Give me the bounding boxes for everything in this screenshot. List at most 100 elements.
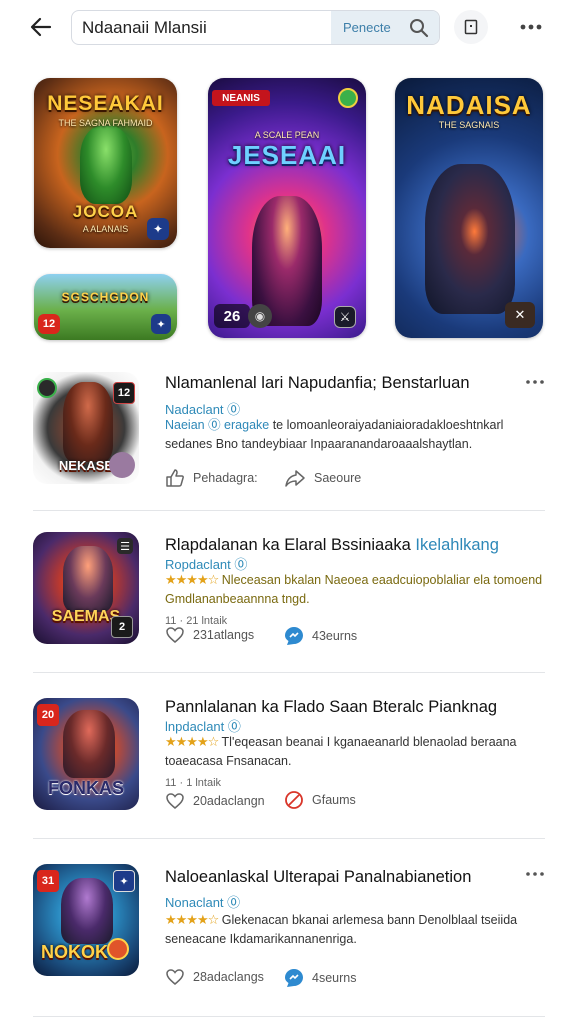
item-thumbnail[interactable]: 20 FONKAS [33, 698, 139, 810]
status-indicator [107, 938, 129, 960]
star-rating: ★★★★☆ [165, 572, 219, 587]
comment-count: 4seurns [312, 971, 357, 985]
item-title[interactable]: Nlamanlenal lari Napudanfia; Benstarluan [165, 374, 470, 393]
search-submit-button[interactable]: Penecte [331, 11, 439, 44]
comment-button[interactable]: 43eurns [284, 626, 357, 646]
item-thumbnail[interactable]: ☰ SAEMAS 2 [33, 532, 139, 644]
more-options-button[interactable] [514, 10, 548, 44]
item-title[interactable]: Rlapdalanan ka Elaral Bssiniaaka Ikelahl… [165, 536, 499, 555]
sword-icon: ✦ [147, 218, 169, 240]
age-badge: 12 [38, 314, 60, 334]
chat-bubble-icon [285, 627, 303, 645]
like-count: 231atlangs [193, 628, 255, 642]
no-entry-icon [285, 791, 303, 809]
like-button[interactable]: 28adaclangs [165, 968, 264, 986]
share-label: Saeoure [314, 471, 362, 485]
square-icon [464, 19, 478, 35]
share-icon [285, 470, 305, 487]
back-arrow-icon [30, 17, 52, 37]
share-button[interactable]: Saeoure [284, 468, 361, 488]
hero-figure [63, 382, 113, 462]
search-icon [409, 18, 428, 37]
controller-icon [109, 452, 135, 478]
heart-icon [166, 969, 184, 985]
hero-figure [425, 164, 515, 314]
age-badge: 20 [37, 704, 59, 726]
item-more-button[interactable] [522, 866, 548, 882]
like-button[interactable]: Pehadagra: [165, 468, 258, 488]
report-button[interactable]: Gfaums [284, 790, 356, 810]
banner-small-title: A SCALE PEAN [254, 130, 320, 140]
search-box[interactable]: Penecte [71, 10, 440, 45]
hero-figure [63, 546, 113, 612]
status-indicator [338, 88, 358, 108]
item-title-text: Rlapdalanan ka Elaral Bssiniaaka [165, 536, 411, 554]
sword-icon: ✕ [505, 302, 535, 328]
banner-title: JESEAAI [227, 140, 347, 170]
sword-icon: ✦ [113, 870, 135, 892]
report-label: Gfaums [312, 793, 356, 807]
search-input[interactable] [82, 11, 332, 44]
developer-name[interactable]: Nonaclant ⓪ [165, 892, 240, 911]
genre-tag: NEANIS [212, 90, 270, 106]
thumbs-up-icon [166, 469, 184, 487]
description-highlight: Naeian ⓪ eragake [165, 418, 270, 432]
item-thumbnail[interactable]: 12 NEKASE [33, 372, 139, 484]
hero-figure [80, 126, 132, 204]
collection-button[interactable] [454, 10, 488, 44]
list-item[interactable]: ☰ SAEMAS 2 Rlapdalanan ka Elaral Bssinia… [0, 530, 576, 660]
divider [33, 1016, 545, 1017]
controller-icon: ◉ [248, 304, 272, 328]
sword-icon: ⚔ [334, 306, 356, 328]
item-description: Naeian ⓪ eragake te lomoanleoraiyadaniai… [165, 416, 545, 454]
star-rating: ★★★★☆ [165, 734, 219, 749]
back-button[interactable] [22, 12, 60, 42]
like-count: 28adaclangs [193, 970, 264, 984]
list-item[interactable]: 12 NEKASE Nlamanlenal lari Napudanfia; B… [0, 370, 576, 500]
more-dots-icon [526, 872, 544, 876]
list-item[interactable]: 20 FONKAS Pannlalanan ka Flado Saan Bter… [0, 694, 576, 824]
banner-subtitle: THE SAGNAIS [438, 120, 500, 130]
divider [33, 672, 545, 673]
item-title[interactable]: Pannlalanan ka Flado Saan Bteralc Piankn… [165, 698, 497, 717]
featured-banner-2[interactable]: SGSCHGDON 12 ✦ [34, 274, 177, 340]
age-badge: 31 [37, 870, 59, 892]
more-dots-icon [526, 380, 544, 384]
chat-bubble-icon [285, 969, 303, 987]
item-title[interactable]: Naloeanlaskal Ulterapai Panalnabianetion [165, 868, 471, 887]
banner-subtitle: THE SAGNA FAHMAID [58, 118, 153, 128]
item-more-button[interactable] [522, 374, 548, 390]
like-button[interactable]: 20adaclangn [165, 792, 265, 810]
divider [33, 510, 545, 511]
banner-title: NESEAKAI [47, 92, 164, 115]
more-dots-icon [520, 24, 542, 30]
item-description: ★★★★☆ Tl'eqeasan beanai I kganaeanarld b… [165, 732, 545, 771]
like-label: Pehadagra: [193, 471, 258, 485]
top-bar: Penecte [0, 0, 576, 60]
item-description: ★★★★☆ Nleceasan bkalan Naeoea eaadcuiopo… [165, 570, 545, 609]
sword-icon: ✦ [151, 314, 171, 334]
description-text: Tl'eqeasan beanai I kganaeanarld blenaol… [165, 735, 517, 768]
list-item[interactable]: 31 ✦ NOKOK Naloeanlaskal Ulterapai Panal… [0, 860, 576, 990]
banner-title: NADAISA [406, 90, 532, 120]
like-count: 20adaclangn [193, 794, 265, 808]
age-badge: ☰ [117, 538, 133, 554]
hero-figure [61, 878, 113, 944]
item-title-tag: Ikelahlkang [415, 536, 499, 554]
hero-figure [63, 710, 115, 778]
featured-banner-1[interactable]: NESEAKAI THE SAGNA FAHMAID JOCOA A ALANA… [34, 78, 177, 248]
heart-icon [166, 627, 184, 643]
rating-badge: 26 [214, 304, 250, 328]
status-indicator [37, 378, 57, 398]
banner-title: SGSCHGDON [61, 290, 150, 304]
thumbnail-label: FONKAS [48, 778, 124, 798]
comment-button[interactable]: 4seurns [284, 968, 356, 988]
featured-banner-3[interactable]: NEANIS A SCALE PEAN JESEAAI 26 ◉ ⚔ [208, 78, 366, 338]
search-action-label: Penecte [343, 20, 391, 35]
item-thumbnail[interactable]: 31 ✦ NOKOK [33, 864, 139, 976]
item-meta: 11 · 1 lntaik [165, 777, 222, 789]
like-button[interactable]: 231atlangs [165, 626, 254, 644]
divider [33, 838, 545, 839]
rating-badge: 2 [111, 616, 133, 638]
featured-banner-4[interactable]: NADAISA THE SAGNAIS ✕ [395, 78, 543, 338]
